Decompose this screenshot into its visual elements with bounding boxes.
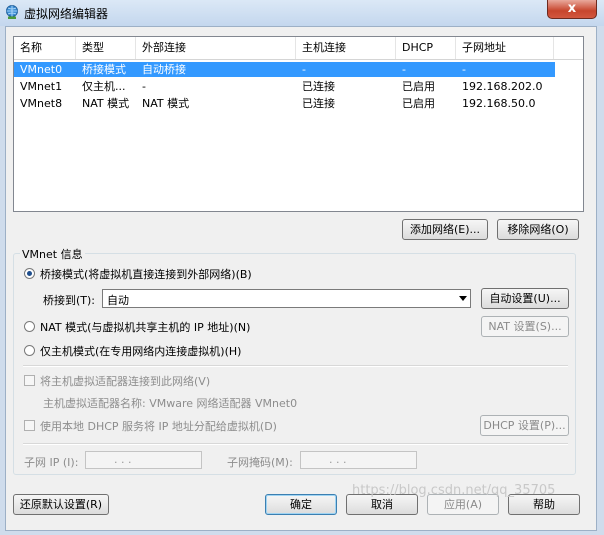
connect-adapter-label: 将主机虚拟适配器连接到此网络(V): [40, 375, 211, 388]
hostonly-label[interactable]: 仅主机模式(在专用网络内连接虚拟机)(H): [40, 343, 241, 359]
column-header-type[interactable]: 类型: [76, 37, 136, 59]
subnet-mask-label: 子网掩码(M):: [227, 456, 293, 469]
table-cell-external: -: [142, 80, 146, 93]
close-icon: x: [567, 1, 577, 16]
table-cell-name: VMnet1: [20, 80, 63, 93]
nat-settings-button[interactable]: NAT 设置(S)...: [481, 316, 569, 337]
watermark: https://blog.csdn.net/qq_35705: [352, 483, 556, 498]
restore-defaults-button[interactable]: 还原默认设置(R): [13, 494, 109, 515]
bridged-label[interactable]: 桥接模式(将虚拟机直接连接到外部网络)(B): [40, 266, 252, 282]
adapter-name-label: 主机虚拟适配器名称: VMware 网络适配器 VMnet0: [43, 397, 298, 410]
dialog-body: 名称 类型 外部连接 主机连接 DHCP 子网地址 VMnet0 桥接模式 自动桥接…: [5, 26, 597, 531]
network-list[interactable]: 名称 类型 外部连接 主机连接 DHCP 子网地址 VMnet0 桥接模式 自动桥接…: [13, 36, 584, 212]
window-title: 虚拟网络编辑器: [24, 7, 109, 21]
nat-radio[interactable]: [24, 321, 35, 332]
bridge-to-label: 桥接到(T):: [43, 294, 96, 307]
auto-settings-button[interactable]: 自动设置(U)...: [481, 288, 569, 309]
ok-button[interactable]: 确定: [265, 494, 337, 515]
table-cell-subnet: 192.168.202.0: [462, 80, 543, 93]
dhcp-settings-button[interactable]: DHCP 设置(P)...: [480, 415, 569, 436]
table-cell-subnet: 192.168.50.0: [462, 97, 536, 110]
table-cell-dhcp: -: [402, 63, 406, 76]
nat-label[interactable]: NAT 模式(与虚拟机共享主机的 IP 地址)(N): [40, 319, 250, 335]
bridged-radio[interactable]: [24, 268, 35, 279]
bridge-to-value: 自动: [107, 294, 129, 307]
table-cell-type: 桥接模式: [82, 63, 126, 76]
vmnet-info-group: [13, 253, 576, 475]
column-header-external[interactable]: 外部连接: [136, 37, 296, 59]
subnet-mask-input[interactable]: . . .: [300, 451, 417, 469]
hostonly-radio[interactable]: [24, 345, 35, 356]
column-header-name[interactable]: 名称: [14, 37, 76, 59]
add-network-button[interactable]: 添加网络(E)...: [402, 219, 488, 240]
table-cell-host: -: [302, 63, 306, 76]
connect-adapter-checkbox[interactable]: [24, 375, 35, 386]
table-cell-dhcp: 已启用: [402, 80, 435, 93]
column-header-dhcp[interactable]: DHCP: [396, 37, 456, 59]
close-button[interactable]: x: [547, 0, 597, 19]
table-cell-external: 自动桥接: [142, 63, 186, 76]
ip-dots: . . .: [329, 453, 347, 466]
use-dhcp-label: 使用本地 DHCP 服务将 IP 地址分配给虚拟机(D): [40, 420, 277, 433]
title-bar: 虚拟网络编辑器 x: [0, 0, 604, 26]
divider: [23, 365, 568, 367]
bridge-to-select[interactable]: 自动: [102, 289, 471, 308]
table-row[interactable]: VMnet8 NAT 模式 NAT 模式 已连接 已启用 192.168.50.0: [14, 96, 555, 111]
subnet-ip-label: 子网 IP (I):: [24, 456, 79, 469]
use-dhcp-checkbox[interactable]: [24, 420, 35, 431]
table-row[interactable]: VMnet0 桥接模式 自动桥接 - - -: [14, 62, 555, 77]
list-header: 名称 类型 外部连接 主机连接 DHCP 子网地址: [14, 37, 583, 60]
network-icon: [6, 5, 18, 19]
divider: [23, 443, 568, 445]
table-row[interactable]: VMnet1 仅主机... - 已连接 已启用 192.168.202.0: [14, 79, 555, 94]
table-cell-host: 已连接: [302, 80, 335, 93]
column-header-subnet[interactable]: 子网地址: [456, 37, 554, 59]
table-cell-name: VMnet0: [20, 63, 63, 76]
table-cell-subnet: -: [462, 63, 466, 76]
table-cell-type: NAT 模式: [82, 97, 130, 110]
remove-network-button[interactable]: 移除网络(O): [497, 219, 579, 240]
table-cell-external: NAT 模式: [142, 97, 190, 110]
vmnet-info-label: VMnet 信息: [20, 246, 85, 262]
table-cell-dhcp: 已启用: [402, 97, 435, 110]
table-cell-name: VMnet8: [20, 97, 63, 110]
subnet-ip-input[interactable]: . . .: [85, 451, 202, 469]
table-cell-host: 已连接: [302, 97, 335, 110]
ip-dots: . . .: [114, 453, 132, 466]
column-header-host[interactable]: 主机连接: [296, 37, 396, 59]
chevron-down-icon: [459, 296, 467, 301]
table-cell-type: 仅主机...: [82, 80, 126, 93]
